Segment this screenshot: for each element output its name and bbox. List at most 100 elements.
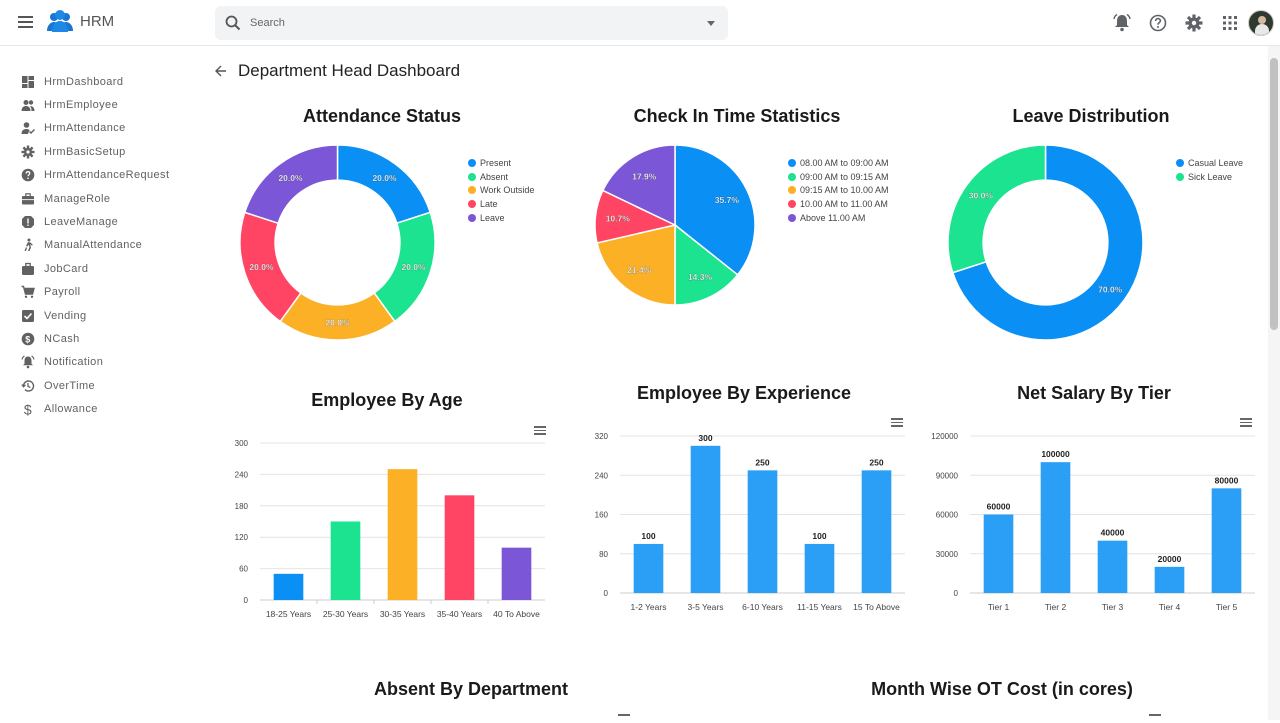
- sidebar-item-leavemanage[interactable]: LeaveManage: [0, 210, 200, 233]
- sidebar-item-hrmbasicsetup[interactable]: HrmBasicSetup: [0, 140, 200, 163]
- legend-item[interactable]: Leave: [468, 211, 534, 225]
- legend-item[interactable]: Absent: [468, 170, 534, 184]
- checkbox-icon: [21, 309, 35, 323]
- gear-icon: [21, 145, 35, 159]
- main-content: Department Head Dashboard Attendance Sta…: [205, 46, 1267, 720]
- chart-title-attendance-status: Attendance Status: [302, 106, 462, 126]
- help-icon: [21, 168, 35, 182]
- apps-grid-icon[interactable]: [1220, 13, 1240, 33]
- bar[interactable]: [1097, 540, 1128, 593]
- chart-title-net-salary-by-tier: Net Salary By Tier: [1017, 383, 1171, 403]
- search-input[interactable]: [250, 14, 690, 32]
- legend-item[interactable]: Present: [468, 156, 534, 170]
- bar[interactable]: [690, 445, 721, 593]
- legend-label: 09:15 AM to 10.00 AM: [800, 185, 889, 196]
- bar[interactable]: [804, 543, 835, 593]
- legend-item[interactable]: 09:00 AM to 09:15 AM: [788, 170, 889, 184]
- user-avatar[interactable]: [1248, 10, 1274, 36]
- legend-item[interactable]: Late: [468, 197, 534, 211]
- pie-slice[interactable]: [243, 144, 339, 225]
- bar[interactable]: [273, 573, 304, 600]
- sidebar-item-hrmattendance[interactable]: HrmAttendance: [0, 117, 200, 140]
- bar[interactable]: [444, 495, 475, 600]
- x-tick-label: 1-2 Years: [631, 602, 667, 612]
- y-tick-label: 180: [235, 502, 249, 511]
- menu-icon[interactable]: [18, 16, 33, 28]
- bar[interactable]: [387, 469, 418, 600]
- person-check-icon: [21, 121, 35, 135]
- legend-item[interactable]: Casual Leave: [1176, 156, 1243, 170]
- sidebar-item-managerole[interactable]: ManageRole: [0, 187, 200, 210]
- sidebar-item-payroll[interactable]: Payroll: [0, 281, 200, 304]
- legend-item[interactable]: 09:15 AM to 10.00 AM: [788, 184, 889, 198]
- sidebar-item-vending[interactable]: Vending: [0, 304, 200, 327]
- legend-item[interactable]: 10.00 AM to 11.00 AM: [788, 197, 889, 211]
- legend-label: Casual Leave: [1188, 157, 1244, 168]
- x-tick-label: 40 To Above: [493, 609, 540, 619]
- cart-icon: [21, 285, 35, 299]
- search-dropdown-icon[interactable]: [707, 21, 715, 26]
- sidebar-item-label: OverTime: [44, 379, 96, 392]
- sidebar-item-allowance[interactable]: $ Allowance: [0, 397, 200, 420]
- legend-item[interactable]: Sick Leave: [1176, 170, 1243, 184]
- y-tick-label: 160: [595, 511, 609, 520]
- bar[interactable]: [861, 470, 892, 593]
- sidebar-item-overtime[interactable]: OverTime: [0, 374, 200, 397]
- legend-label: Late: [480, 199, 498, 210]
- legend-item[interactable]: 08.00 AM to 09:00 AM: [788, 156, 889, 170]
- pie-slice[interactable]: [336, 144, 432, 225]
- sidebar-item-label: Notification: [44, 356, 104, 369]
- sidebar-item-label: HrmAttendanceRequest: [44, 169, 170, 182]
- sidebar-item-hrmemployee[interactable]: HrmEmployee: [0, 93, 200, 116]
- chart-title-absent-by-department: Absent By Department: [373, 679, 569, 699]
- bar[interactable]: [330, 521, 361, 601]
- sidebar-item-jobcard[interactable]: JobCard: [0, 257, 200, 280]
- briefcase-icon: [21, 192, 35, 206]
- sidebar-item-manualattendance[interactable]: ManualAttendance: [0, 234, 200, 257]
- bar[interactable]: [1211, 488, 1242, 593]
- top-app-bar: HRM: [0, 0, 1280, 46]
- sidebar-item-hrmattendancerequest[interactable]: HrmAttendanceRequest: [0, 164, 200, 187]
- bar-data-label: 40000: [1101, 528, 1125, 538]
- search-icon: [225, 15, 241, 31]
- legend-item[interactable]: Work Outside: [468, 184, 534, 198]
- sidebar-item-label: NCash: [44, 332, 80, 345]
- help-icon[interactable]: [1148, 13, 1168, 33]
- slice-data-label: 17.9%: [632, 171, 657, 181]
- bar-data-label: 250: [869, 457, 883, 467]
- back-arrow-icon[interactable]: [215, 65, 227, 77]
- x-tick-label: Tier 5: [1216, 602, 1238, 612]
- y-tick-label: 60000: [936, 511, 959, 520]
- bar[interactable]: [1040, 462, 1071, 593]
- chart-menu-icon[interactable]: [618, 714, 630, 723]
- bar[interactable]: [983, 514, 1014, 594]
- y-tick-label: 80: [599, 550, 608, 559]
- bar[interactable]: [501, 547, 532, 600]
- search-bar[interactable]: [215, 6, 728, 40]
- legend-marker: [1176, 172, 1184, 181]
- legend-label: Above 11.00 AM: [800, 213, 866, 224]
- bar-data-label: 100: [812, 531, 826, 541]
- x-tick-label: Tier 4: [1159, 602, 1181, 612]
- sidebar-item-label: HrmBasicSetup: [44, 145, 126, 158]
- sidebar-item-hrmdashboard[interactable]: HrmDashboard: [0, 70, 200, 93]
- sidebar-item-label: HrmEmployee: [44, 99, 119, 112]
- sidebar-item-label: Allowance: [44, 403, 98, 416]
- x-tick-label: 30-35 Years: [380, 609, 425, 619]
- legend-item[interactable]: Above 11.00 AM: [788, 211, 889, 225]
- settings-gear-icon[interactable]: [1184, 13, 1204, 33]
- y-tick-label: 0: [604, 589, 609, 598]
- sidebar-item-ncash[interactable]: $ NCash: [0, 327, 200, 350]
- sidebar-item-notification[interactable]: Notification: [0, 351, 200, 374]
- bar[interactable]: [633, 543, 664, 593]
- leave-distribution-legend: Casual Leave Sick Leave: [1176, 156, 1243, 184]
- net-salary-by-tier-bar-chart: 120000 90000 60000 30000 0 Tier 1 60000 Tier 2 1…: [931, 432, 1255, 612]
- pie-slice[interactable]: [947, 144, 1047, 274]
- page-scrollbar[interactable]: [1268, 46, 1280, 720]
- bar[interactable]: [1154, 566, 1185, 593]
- bar[interactable]: [747, 470, 778, 593]
- notification-bell-icon[interactable]: [1112, 13, 1132, 33]
- chart-menu-icon[interactable]: [1149, 714, 1161, 723]
- scrollbar-thumb[interactable]: [1270, 58, 1278, 330]
- bar-data-label: 100000: [1041, 449, 1070, 459]
